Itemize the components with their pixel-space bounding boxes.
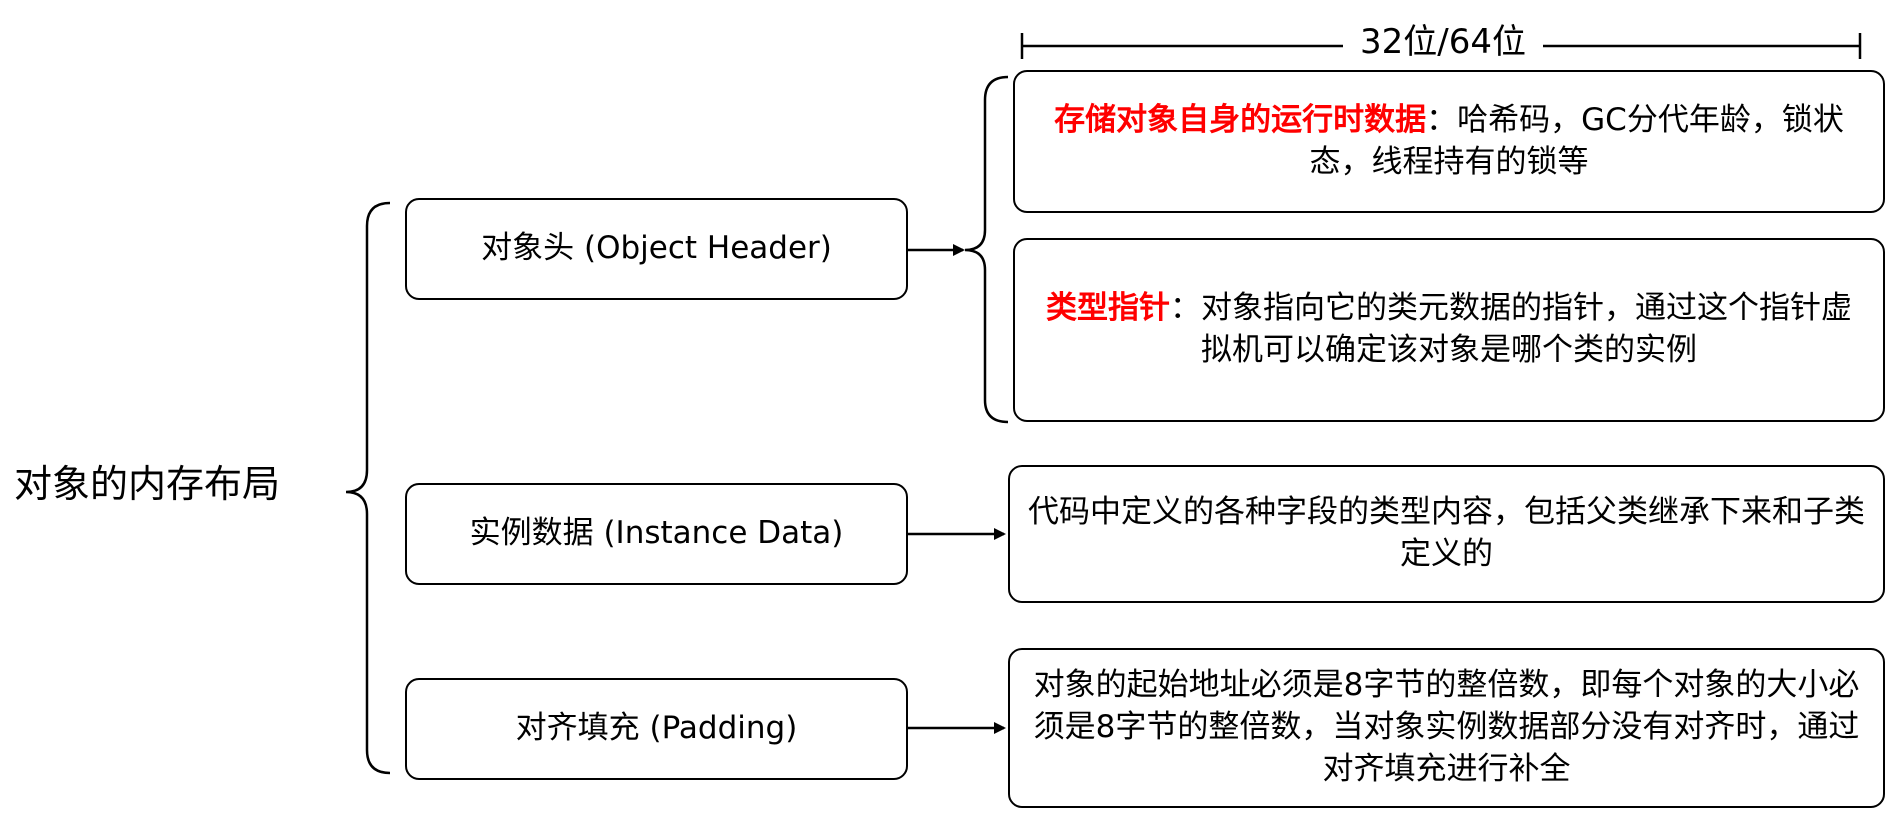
instance-data-label: 实例数据 (Instance Data) xyxy=(469,515,844,552)
mark-word-description: 存储对象自身的运行时数据：哈希码，GC分代年龄，锁状态，线程持有的锁等 xyxy=(1033,100,1865,184)
padding-description: 对象的起始地址必须是8字节的整倍数，即每个对象的大小必须是8字节的整倍数，当对象… xyxy=(1033,667,1860,787)
instance-data-box: 实例数据 (Instance Data) xyxy=(405,483,908,585)
klass-pointer-box: 类型指针：对象指向它的类元数据的指针，通过这个指针虚拟机可以确定该对象是哪个类的… xyxy=(1013,238,1885,422)
padding-description-box: 对象的起始地址必须是8字节的整倍数，即每个对象的大小必须是8字节的整倍数，当对象… xyxy=(1008,648,1885,808)
klass-pointer-description: 类型指针：对象指向它的类元数据的指针，通过这个指针虚拟机可以确定该对象是哪个类的… xyxy=(1033,288,1865,372)
instance-data-description-box: 代码中定义的各种字段的类型内容，包括父类继承下来和子类定义的 xyxy=(1008,465,1885,603)
padding-label: 对齐填充 (Padding) xyxy=(515,710,798,747)
width-indicator-label: 32位/64位 xyxy=(1343,22,1543,63)
klass-pointer-text: ：对象指向它的类元数据的指针，通过这个指针虚拟机可以确定该对象是哪个类的实例 xyxy=(1170,290,1852,368)
header-brace xyxy=(964,75,1009,424)
object-header-box: 对象头 (Object Header) xyxy=(405,198,908,300)
object-header-label: 对象头 (Object Header) xyxy=(481,230,832,267)
klass-pointer-highlight: 类型指针 xyxy=(1046,290,1170,327)
mark-word-highlight: 存储对象自身的运行时数据 xyxy=(1054,101,1427,138)
root-brace xyxy=(345,201,391,775)
mark-word-box: 存储对象自身的运行时数据：哈希码，GC分代年龄，锁状态，线程持有的锁等 xyxy=(1013,70,1885,213)
padding-box: 对齐填充 (Padding) xyxy=(405,678,908,780)
root-label: 对象的内存布局 xyxy=(14,462,281,506)
instance-data-description: 代码中定义的各种字段的类型内容，包括父类继承下来和子类定义的 xyxy=(1028,494,1865,572)
